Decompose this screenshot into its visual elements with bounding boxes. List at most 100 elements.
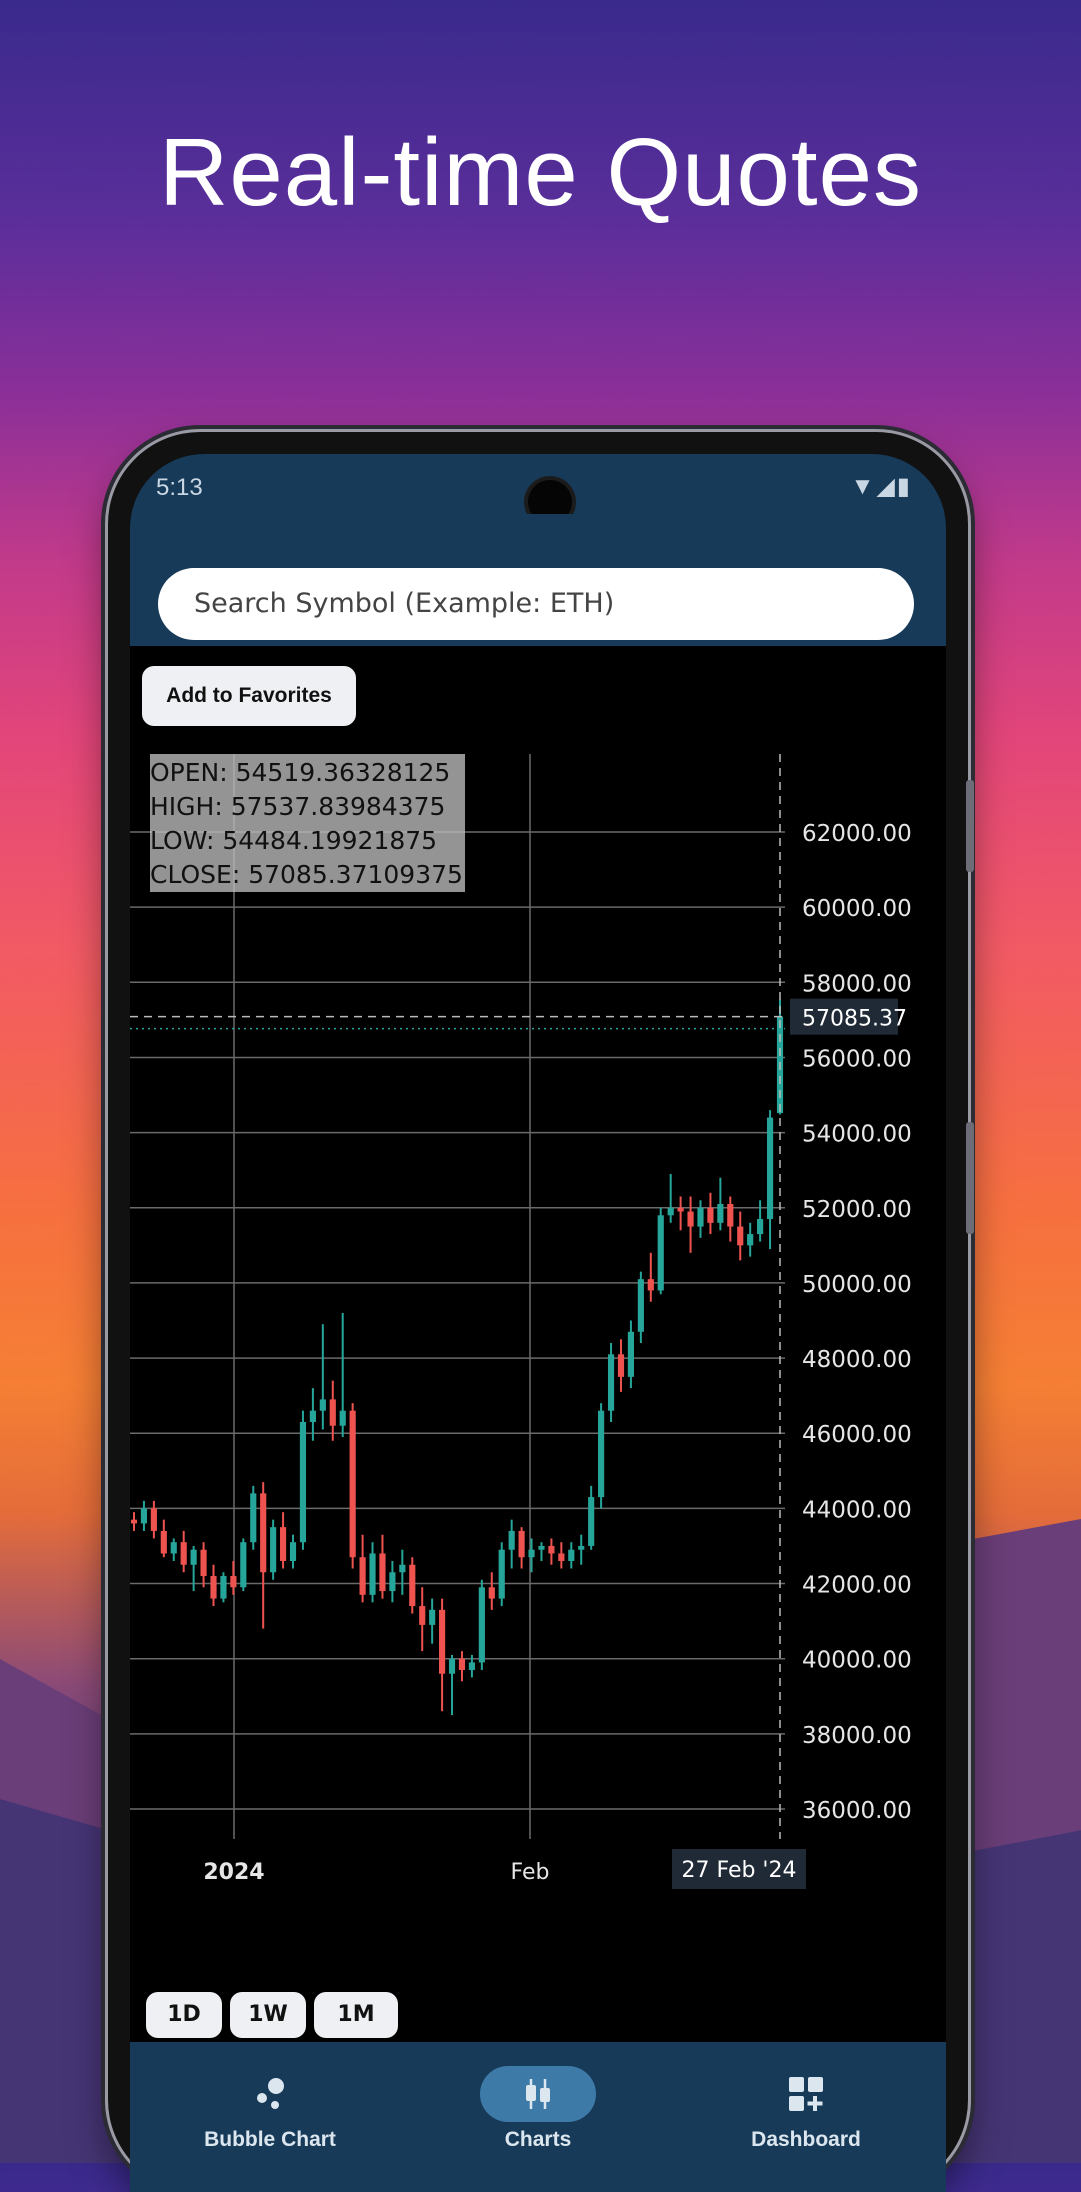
candle-body [439, 1609, 446, 1674]
candle-body [319, 1399, 326, 1411]
y-tick-label: 48000.00 [802, 1347, 912, 1373]
nav-charts-label: Charts [504, 2128, 572, 2151]
candle-body [707, 1207, 714, 1223]
candle-body [568, 1549, 575, 1561]
y-tick-label: 46000.00 [802, 1422, 912, 1448]
ohlc-close: CLOSE: 57085.37109375 [150, 860, 463, 889]
bottom-nav: Bubble Chart Charts Dashboard [130, 2042, 946, 2192]
nav-bubble-chart[interactable]: Bubble Chart [160, 2066, 380, 2152]
promo-headline: Real-time Quotes [159, 119, 922, 226]
phone-frame: 5:13 ▼◢▮ Search Symbol (Example: ETH) Ad… [108, 432, 974, 2192]
candle-body [359, 1557, 366, 1595]
y-tick-label: 38000.00 [802, 1723, 912, 1749]
ohlc-low: LOW: 54484.19921875 [150, 826, 438, 855]
timeframe-1w-button[interactable]: 1W [230, 1992, 306, 2038]
candle-body [637, 1279, 644, 1332]
status-icons: ▼◢▮ [850, 473, 912, 500]
timeframe-1m-button[interactable]: 1M [314, 1992, 398, 2038]
candle-body [657, 1215, 664, 1291]
y-tick-label: 60000.00 [802, 896, 912, 922]
candle-body [389, 1572, 396, 1592]
y-tick-label: 58000.00 [802, 971, 912, 997]
candle-body [508, 1530, 515, 1550]
candle-body [299, 1421, 307, 1543]
y-tick-label: 44000.00 [802, 1497, 912, 1523]
candle-body [498, 1549, 505, 1599]
ohlc-open: OPEN: 54519.36328125 [150, 758, 451, 787]
candle-body [369, 1553, 376, 1595]
candle-body [150, 1508, 157, 1531]
candlestick-icon [526, 2079, 550, 2109]
candle-body [488, 1587, 495, 1599]
crosshair-date-label: 27 Feb '24 [682, 1858, 797, 1883]
candle-body [448, 1658, 456, 1674]
y-tick-label: 36000.00 [802, 1798, 912, 1824]
candle-body [379, 1553, 386, 1592]
bubble-icon [257, 2078, 284, 2109]
candlestick-chart[interactable]: 62000.00 60000.00 58000.00 56000.00 54000.00… [130, 754, 946, 2014]
candle-body [607, 1354, 615, 1411]
x-tick-label: 2024 [203, 1860, 264, 1885]
candle-body [190, 1549, 197, 1565]
y-tick-label: 56000.00 [802, 1046, 912, 1072]
y-tick-label: 52000.00 [802, 1197, 912, 1223]
candle-body [538, 1545, 545, 1550]
candle-body [766, 1117, 774, 1220]
candle-body [627, 1331, 635, 1377]
candle-body [747, 1234, 754, 1246]
candle-body [279, 1527, 287, 1561]
candle-body [160, 1530, 167, 1554]
timeframe-1d-button[interactable]: 1D [146, 1992, 222, 2038]
candle-body [230, 1576, 237, 1588]
candle-body [399, 1564, 406, 1573]
candle-body [578, 1545, 585, 1550]
candle-body [647, 1279, 654, 1291]
candle-body [220, 1576, 227, 1599]
candle-body [240, 1542, 247, 1588]
candle-body [548, 1545, 555, 1554]
candle-body [140, 1508, 148, 1524]
candle-body [727, 1204, 734, 1227]
candle-body [458, 1658, 466, 1670]
candle-body [329, 1399, 336, 1426]
candle-body [677, 1207, 684, 1212]
status-time: 5:13 [156, 474, 203, 501]
search-input[interactable]: Search Symbol (Example: ETH) [158, 568, 914, 640]
y-tick-label: 54000.00 [802, 1122, 912, 1148]
candle-body [667, 1207, 674, 1216]
power-button [966, 1122, 974, 1234]
candle-body [598, 1410, 605, 1498]
candle-body [717, 1204, 724, 1223]
candle-body [478, 1587, 485, 1663]
candle-body [528, 1549, 535, 1558]
candle-body [270, 1527, 277, 1573]
y-tick-label: 42000.00 [802, 1573, 912, 1599]
add-to-favorites-button[interactable]: Add to Favorites [142, 666, 356, 726]
nav-dashboard[interactable]: Dashboard [696, 2066, 916, 2152]
candle-body [697, 1207, 704, 1227]
candle-body [210, 1576, 217, 1599]
candle-body [339, 1410, 346, 1426]
nav-charts[interactable]: Charts [428, 2066, 648, 2152]
y-tick-label: 40000.00 [802, 1648, 912, 1674]
candle-body [309, 1410, 316, 1422]
candle-body [419, 1606, 426, 1625]
candle-body [617, 1354, 625, 1377]
app-screen: 5:13 ▼◢▮ Search Symbol (Example: ETH) Ad… [130, 454, 946, 2192]
candle-body [558, 1553, 565, 1561]
ohlc-high: HIGH: 57537.83984375 [150, 792, 446, 821]
candle-body [687, 1211, 694, 1227]
candle-body [170, 1542, 177, 1554]
dashboard-add-icon [789, 2077, 823, 2111]
y-tick-label: 50000.00 [802, 1272, 912, 1298]
candle-body [588, 1497, 595, 1546]
candle-body [349, 1410, 356, 1558]
nav-charts-active-pill [480, 2066, 596, 2122]
nav-dashboard-label: Dashboard [751, 2128, 861, 2151]
candle-body [250, 1493, 257, 1543]
candle-body [737, 1226, 744, 1246]
candle-body [180, 1542, 187, 1565]
volume-button [966, 780, 974, 872]
candle-body [200, 1549, 207, 1577]
top-bar: Search Symbol (Example: ETH) [130, 514, 946, 646]
